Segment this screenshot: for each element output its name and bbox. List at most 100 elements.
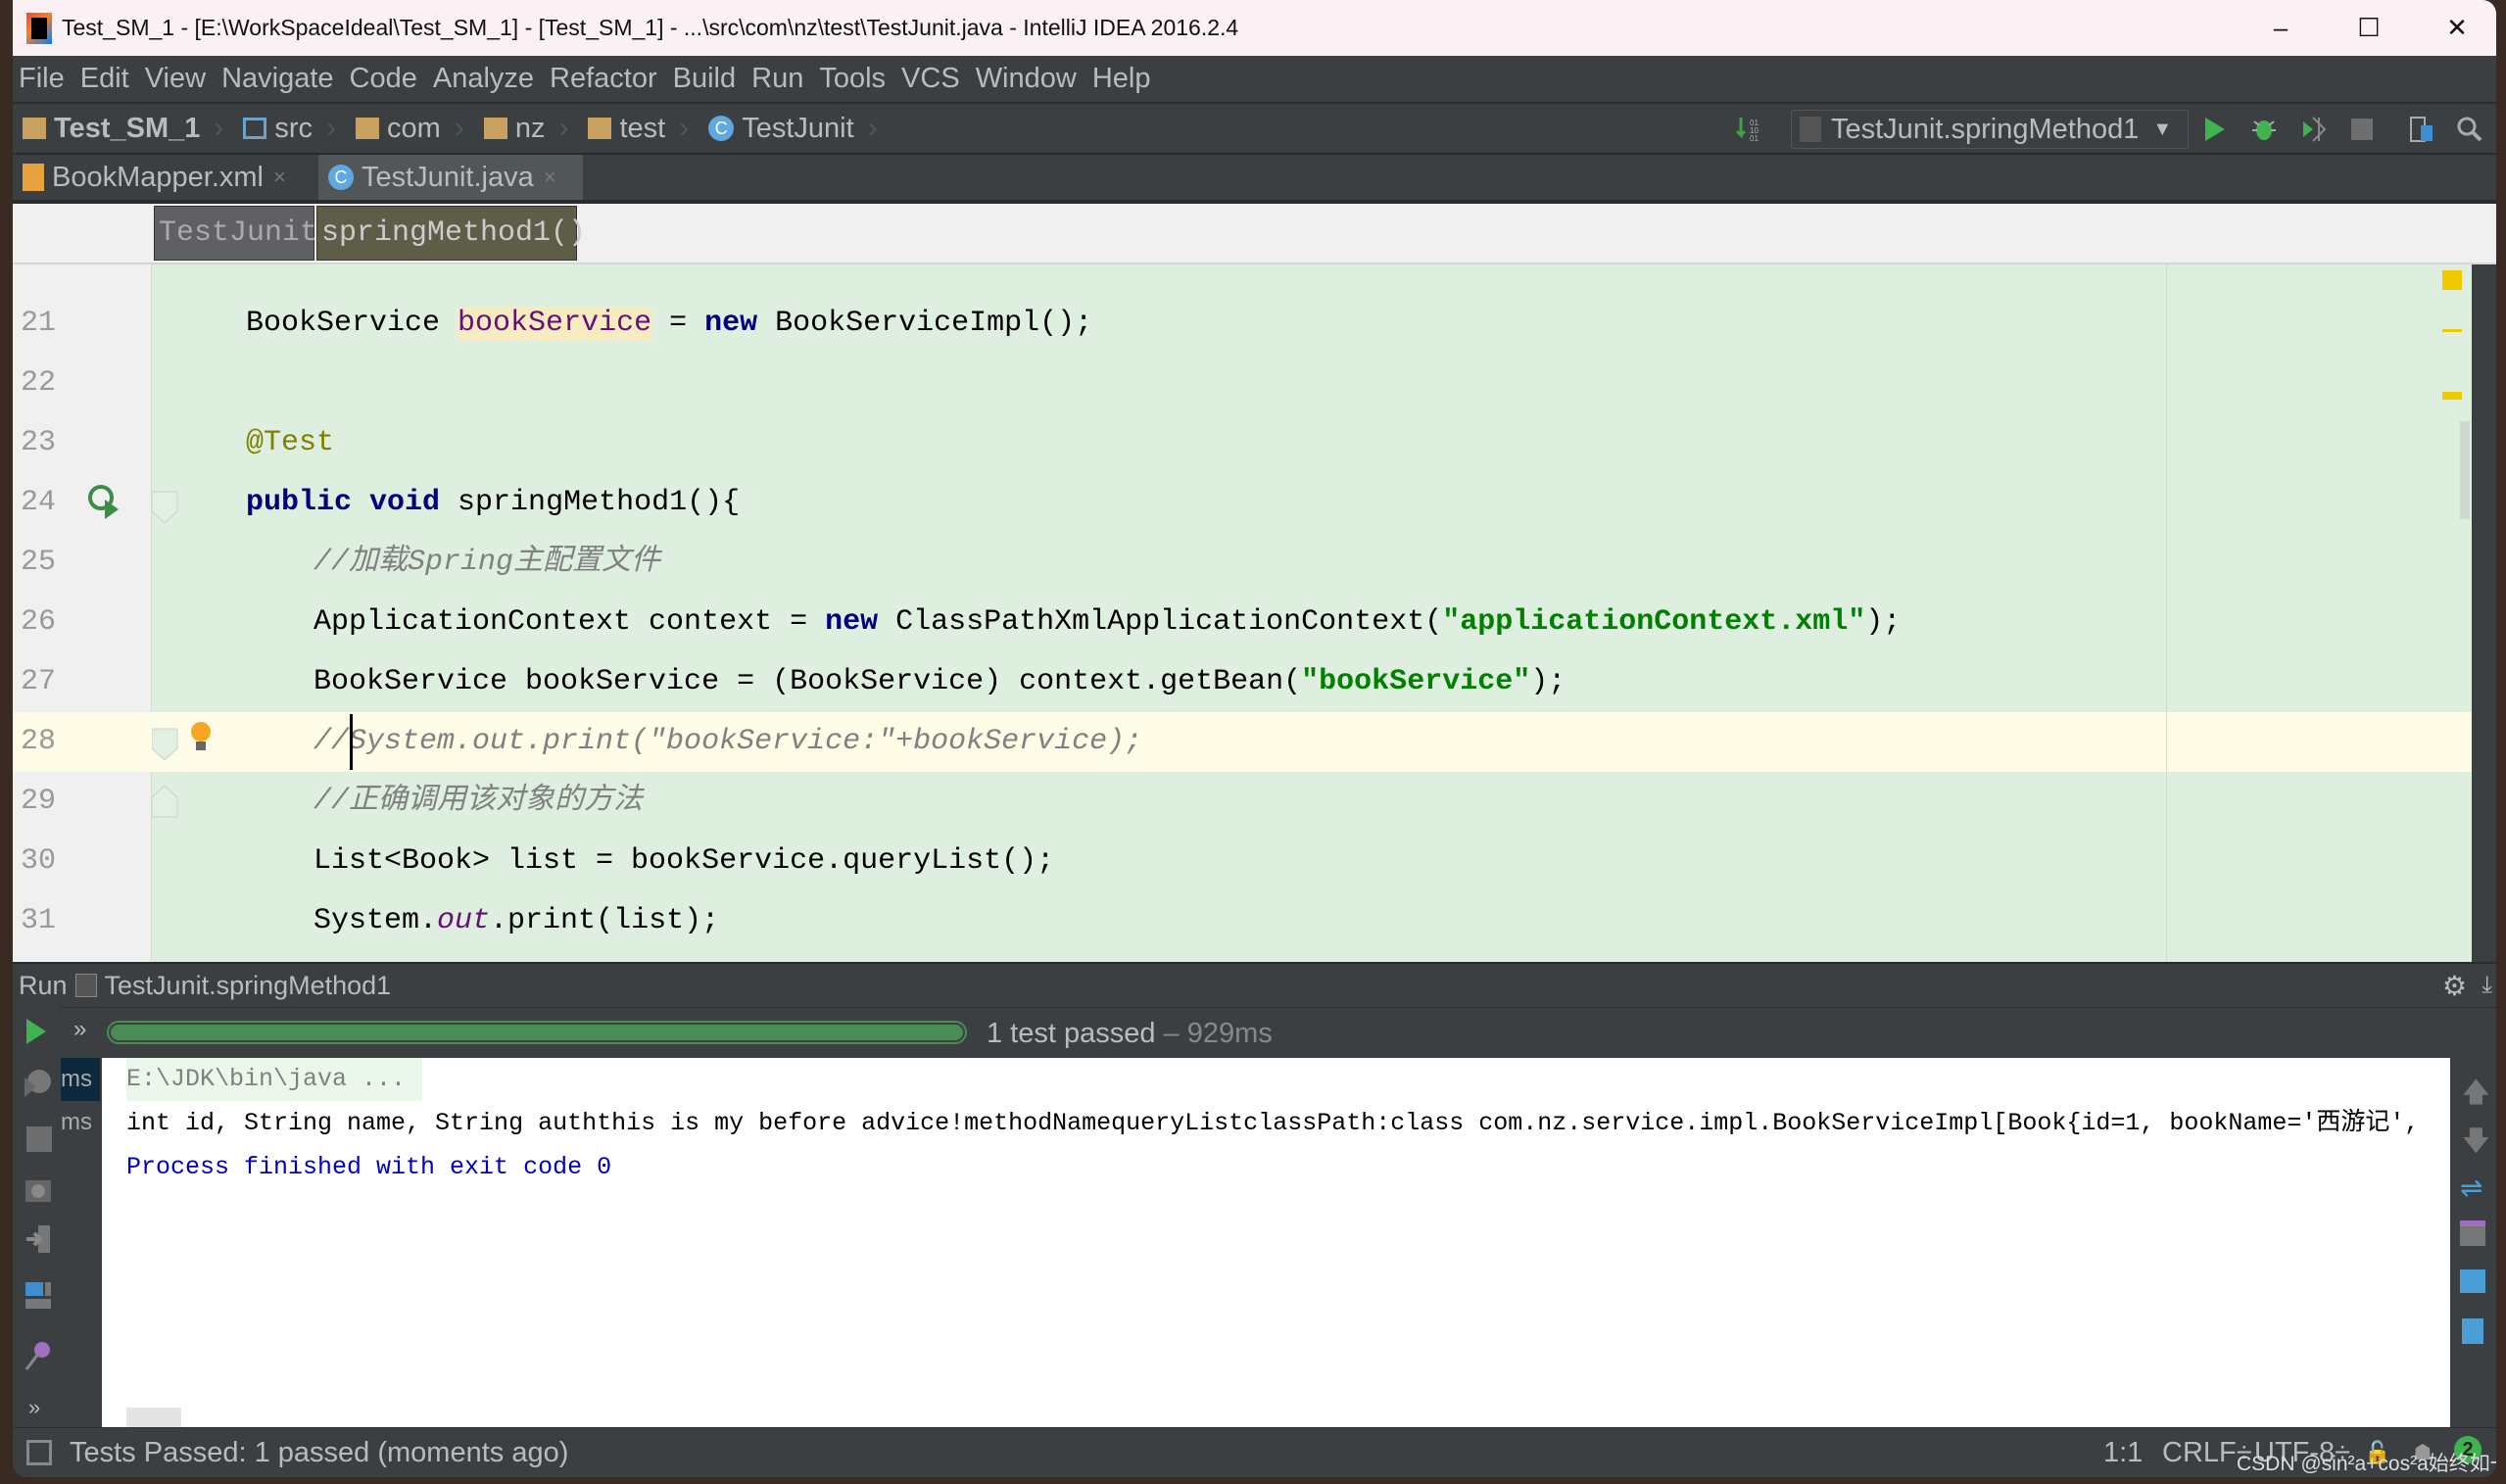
tab-bookmapper-xml[interactable]: BookMapper.xml × [13,155,316,200]
code-token: "bookService" [1301,665,1531,698]
nav-test[interactable]: test › [588,112,689,145]
code-line[interactable]: //System.out.print("bookService:"+bookSe… [13,712,2472,772]
fold-icon[interactable] [150,727,179,762]
code-editor[interactable]: System.out.print(list); List<Book> list =… [13,264,2472,962]
menu-file[interactable]: File [19,63,65,95]
code-token: ); [1865,605,1902,639]
run-icon[interactable] [2201,116,2229,143]
sort-icon[interactable]: 011001 [1735,116,1762,143]
down-arrow-icon[interactable]: 🡇 [2462,1121,2490,1168]
camera-icon[interactable] [24,1175,52,1203]
up-arrow-icon[interactable]: 🡅 [2462,1072,2490,1119]
code-text: //正确调用该对象的方法 [313,772,643,832]
more-icon[interactable]: » [28,1395,40,1420]
fold-icon[interactable] [150,784,179,819]
close-tab-icon[interactable]: × [273,165,286,190]
editor-tabs: BookMapper.xml × C TestJunit.java × [13,155,2496,204]
code-line[interactable]: BookService bookService = new BookServic… [13,294,2472,354]
code-line[interactable]: //加载Spring主配置文件 [13,533,2472,593]
menu-code[interactable]: Code [350,63,417,95]
hide-icon[interactable]: ⤓ [2482,972,2492,999]
close-tab-icon[interactable]: × [544,165,556,190]
trash-icon[interactable] [2462,1318,2483,1344]
project-structure-icon[interactable] [2407,116,2434,143]
nav-label: TestJunit [742,112,854,144]
code-line[interactable]: List<Book> list = bookService.queryList(… [13,832,2472,891]
rerun-icon[interactable] [23,1017,50,1046]
error-stripe-marker[interactable] [2442,329,2462,332]
scroll-to-end-icon[interactable] [2460,1221,2485,1246]
run-config-name[interactable]: TestJunit.springMethod1 [105,971,392,1001]
nav-project[interactable]: Test_SM_1 › [23,112,223,145]
code-token: //正确调用该对象的方法 [313,785,644,818]
code-line[interactable]: //正确调用该对象的方法 [13,772,2472,832]
nav-com[interactable]: com › [356,112,464,145]
menu-run[interactable]: Run [751,63,803,95]
code-text: System.out.print(list); [313,891,719,951]
menu-build[interactable]: Build [673,63,737,95]
java-class-icon: C [328,165,354,190]
menu-refactor[interactable]: Refactor [550,63,657,95]
close-button[interactable]: ✕ [2413,0,2496,56]
menu-view[interactable]: View [145,63,206,95]
test-duration-label: ms [61,1109,92,1135]
breadcrumb-method[interactable]: springMethod1() [316,206,586,261]
import-icon[interactable] [24,1224,52,1254]
line-number: 25 [21,546,57,579]
error-stripe-marker[interactable] [2442,392,2462,400]
breadcrumb-class[interactable]: TestJunit [154,206,317,261]
run-right-toolbar: 🡅 🡇 ⇌ [2450,1058,2496,1427]
console-line: int id, String name, String auththis is … [126,1109,2420,1137]
code-line[interactable]: @Test [13,413,2472,473]
menu-navigate[interactable]: Navigate [221,63,333,95]
stop-icon[interactable] [2348,116,2376,143]
code-token: bookService [458,307,652,340]
minimize-button[interactable]: – [2237,0,2325,56]
search-icon[interactable] [2456,116,2483,143]
menu-vcs[interactable]: VCS [901,63,960,95]
menu-analyze[interactable]: Analyze [433,63,534,95]
code-line[interactable]: public void springMethod1(){ [13,473,2472,533]
nav-nz[interactable]: nz › [483,112,568,145]
project-folder-icon [23,118,46,139]
pin-icon[interactable] [24,1340,52,1371]
tab-testjunit-java[interactable]: C TestJunit.java × [318,155,583,200]
run-configuration-select[interactable]: TestJunit.springMethod1 ▼ [1791,110,2189,149]
expand-icon[interactable]: » [73,1016,86,1043]
editor-scrollbar[interactable] [2460,421,2470,519]
console-output[interactable]: E:\JDK\bin\java ... int id, String name, … [102,1058,2450,1427]
code-line[interactable]: BookService bookService = (BookService) … [13,652,2472,712]
maximize-button[interactable]: ☐ [2325,0,2413,56]
warning-marker-icon[interactable] [2442,270,2462,290]
debug-icon[interactable] [2250,116,2278,143]
gear-icon[interactable]: ⚙ [2442,970,2467,1002]
stop-icon[interactable] [26,1126,52,1152]
menu-tools[interactable]: Tools [819,63,886,95]
package-icon [356,118,380,139]
code-line[interactable]: ApplicationContext context = new ClassPa… [13,593,2472,652]
code-token: //加载Spring主配置文件 [313,546,661,579]
run-with-coverage-icon[interactable] [2299,116,2327,143]
console-scrollbar[interactable] [126,1408,181,1427]
soft-wrap-icon[interactable]: ⇌ [2460,1172,2482,1204]
nav-src[interactable]: src › [243,112,336,145]
test-tree-collapsed[interactable]: ms ms [61,1058,100,1427]
print-icon[interactable] [2460,1269,2485,1293]
lightbulb-icon[interactable] [189,721,213,754]
line-number: 27 [21,665,57,698]
junit-icon [1800,117,1821,142]
menu-help[interactable]: Help [1092,63,1151,95]
menu-window[interactable]: Window [976,63,1077,95]
caret-position[interactable]: 1:1 [2103,1437,2143,1469]
code-line[interactable] [13,354,2472,413]
code-line[interactable]: System.out.print(list); [13,891,2472,951]
nav-file[interactable]: C TestJunit › [708,112,878,145]
rerun-failed-icon[interactable] [23,1068,52,1101]
nav-label: nz [514,112,546,144]
menu-edit[interactable]: Edit [80,63,129,95]
nav-project-label: Test_SM_1 [54,112,201,144]
run-test-gutter-icon[interactable] [85,482,122,521]
fold-icon[interactable] [150,490,179,525]
tool-window-toggle-icon[interactable] [26,1440,52,1465]
layout-icon[interactable] [24,1281,52,1311]
